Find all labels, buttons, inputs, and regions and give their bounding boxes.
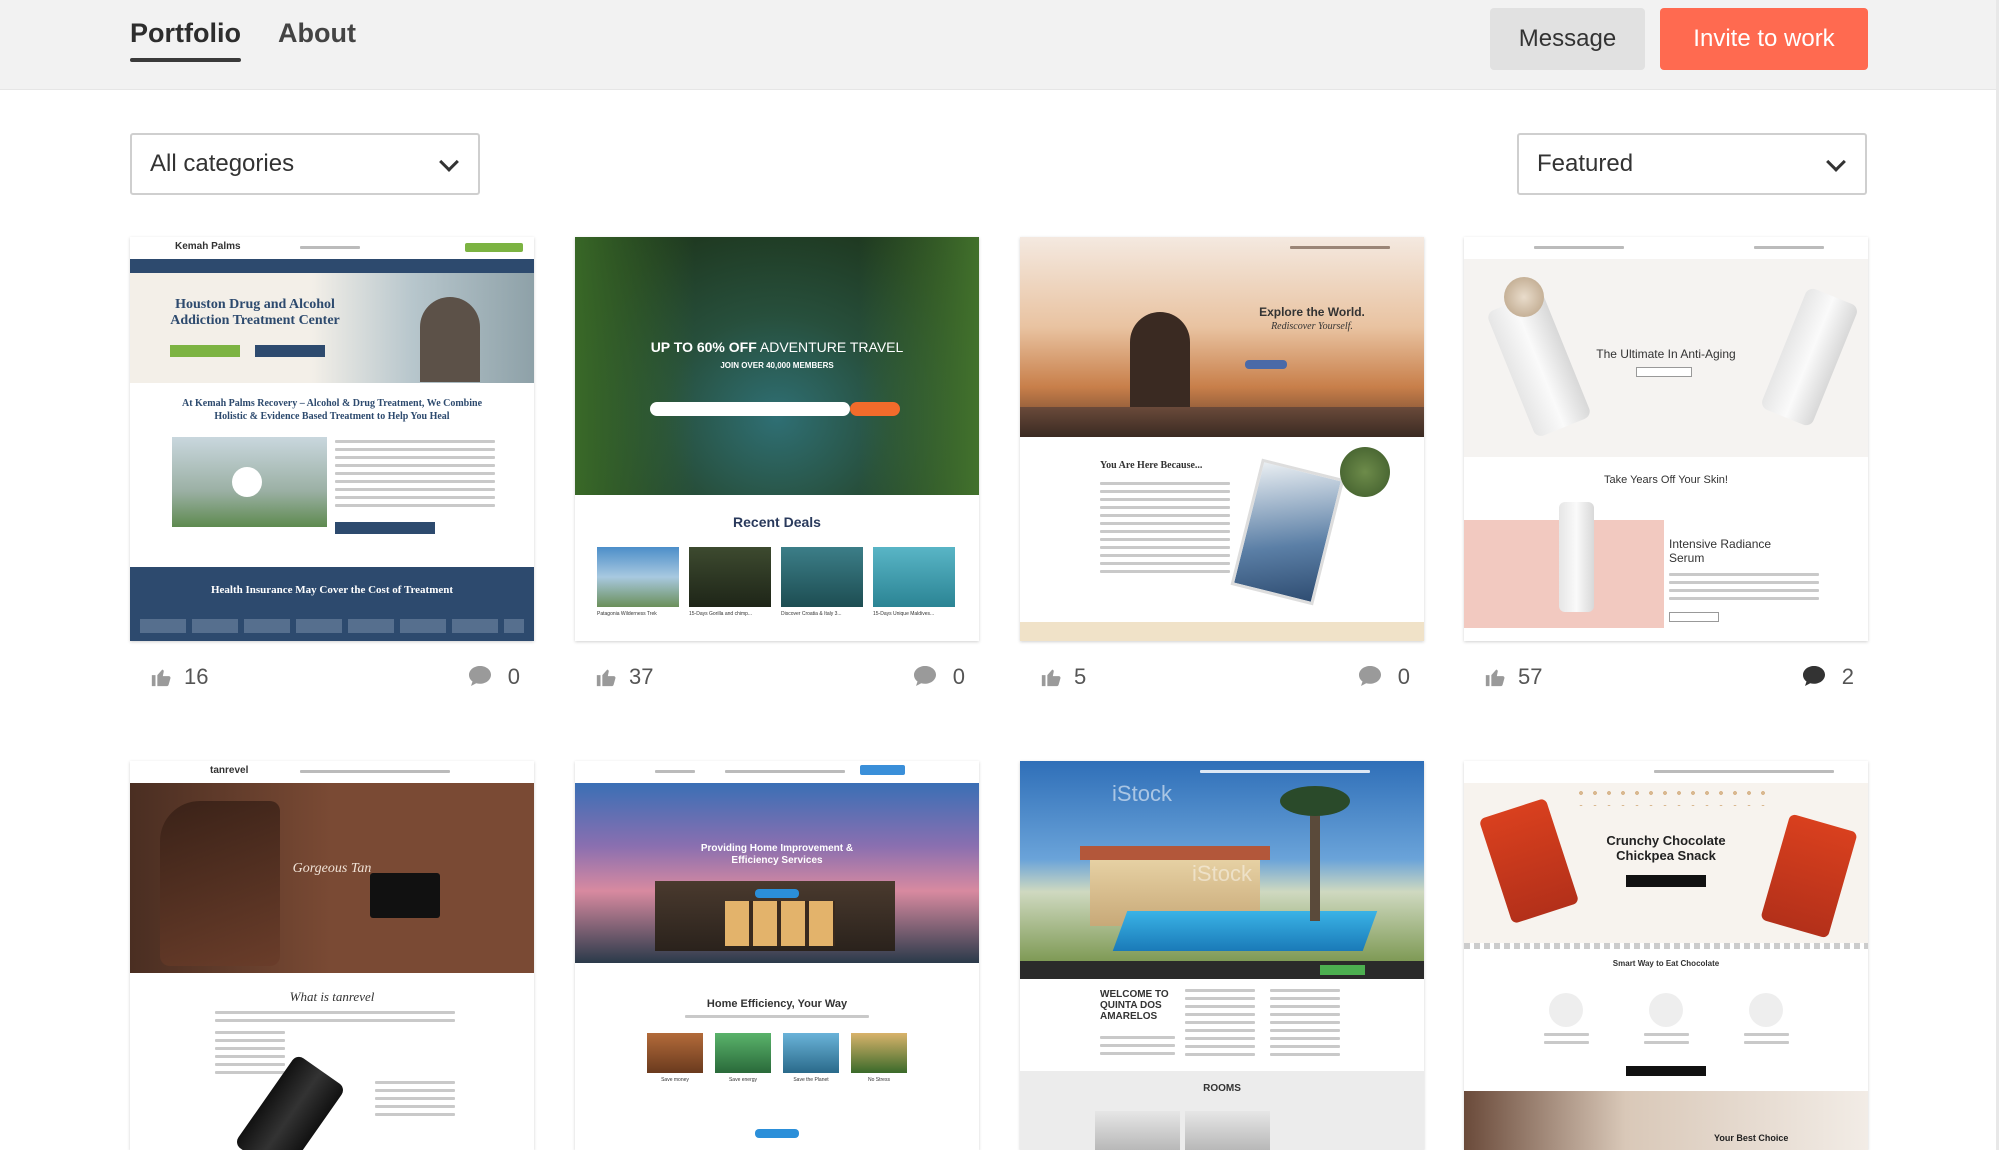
category-select-value: All categories	[150, 150, 295, 177]
item-label: No Stress	[868, 1077, 890, 1083]
thumbnail-logo: tanrevel	[210, 765, 249, 776]
thumbnail-headline: The Ultimate In Anti-Aging	[1596, 347, 1736, 361]
thumbnail-section: Your Best Choice	[1714, 1133, 1789, 1143]
like-count: 57	[1518, 664, 1543, 689]
headline-rest: ADVENTURE TRAVEL	[756, 339, 904, 355]
thumbnail-nav	[575, 761, 979, 783]
thumbnail-section: ROOMS	[1203, 1083, 1241, 1094]
item-label: Save money	[661, 1077, 689, 1083]
sort-select[interactable]: Featured	[1517, 133, 1867, 195]
thumbnail-nav	[1020, 237, 1424, 259]
thumbnail-subhead: At Kemah Palms Recovery – Alcohol & Drug…	[181, 398, 483, 422]
thumbnail-watermark: iStock	[1112, 781, 1172, 806]
portfolio-card[interactable]: Providing Home Improvement & Efficiency …	[575, 761, 979, 1150]
card-stats: 57 2	[1464, 662, 1868, 692]
deal-label: 15-Days Unique Maldives...	[873, 611, 935, 617]
thumbnail-section: Intensive Radiance Serum	[1669, 537, 1772, 565]
thumbnail-subhead: Rediscover Yourself.	[1271, 321, 1353, 332]
thumbnail-nav	[1464, 237, 1868, 259]
invite-to-work-button[interactable]: Invite to work	[1660, 8, 1868, 70]
chevron-down-icon	[1826, 152, 1846, 172]
thumbnail-watermark: iStock	[1192, 861, 1252, 886]
thumbnail-section: Recent Deals	[733, 514, 821, 530]
portfolio-card[interactable]: tanrevel Gorgeous Tan What is tanrevel	[130, 761, 534, 1150]
comment-count: 0	[507, 664, 520, 689]
card-stats: 16 0	[130, 662, 534, 692]
thumbnail-section: Home Efficiency, Your Way	[706, 998, 848, 1010]
thumbnail-headline: Explore the World.	[1259, 305, 1365, 319]
thumbnail-subhead: Take Years Off Your Skin!	[1604, 474, 1728, 486]
thumbnail-headline: WELCOME TO QUINTA DOS AMARELOS	[1100, 989, 1169, 1022]
tab-about[interactable]: About	[278, 18, 356, 49]
sort-select-value: Featured	[1537, 150, 1634, 177]
thumbnail-headline: Gorgeous Tan	[292, 861, 372, 876]
portfolio-card[interactable]: Kemah Palms Houston Drug and Alcohol Add…	[130, 237, 534, 641]
thumbnail-nav	[1020, 761, 1424, 783]
thumbnail-nav: Kemah Palms	[130, 237, 534, 259]
comment-count: 2	[1841, 664, 1854, 689]
thumbnail-nav: tanrevel	[130, 761, 534, 783]
thumbnail-nav	[1464, 761, 1868, 783]
thumbnail-footer: Health Insurance May Cover the Cost of T…	[210, 584, 454, 596]
thumbnail-logo: Kemah Palms	[175, 241, 241, 252]
portfolio-card[interactable]: UP TO 60% OFF ADVENTURE TRAVEL JOIN OVER…	[575, 237, 979, 641]
item-label: Save the Planet	[793, 1077, 829, 1083]
comment-count: 0	[1397, 664, 1410, 689]
thumbs-up-icon[interactable]	[1040, 666, 1062, 688]
card-stats: 5 0	[1020, 662, 1424, 692]
headline-strong: UP TO 60% OFF	[650, 339, 757, 355]
thumbnail-headline: Houston Drug and Alcohol Addiction Treat…	[170, 297, 340, 328]
thumbnail-subhead: Smart Way to Eat Chocolate	[1612, 959, 1720, 968]
like-count: 5	[1074, 664, 1087, 689]
portfolio-card[interactable]: Crunchy Chocolate Chickpea Snack Smart W…	[1464, 761, 1868, 1150]
like-count: 37	[629, 664, 654, 689]
deal-label: Discover Croatia & Italy 3...	[781, 611, 842, 617]
chevron-down-icon	[439, 152, 459, 172]
thumbnail-subhead: JOIN OVER 40,000 MEMBERS	[720, 361, 834, 370]
thumbnail-subhead: What is tanrevel	[289, 989, 375, 1004]
comment-icon[interactable]	[913, 665, 937, 687]
comment-icon[interactable]	[1802, 665, 1826, 687]
portfolio-card[interactable]: The Ultimate In Anti-Aging Take Years Of…	[1464, 237, 1868, 641]
thumbs-up-icon[interactable]	[1484, 666, 1506, 688]
message-button[interactable]: Message	[1490, 8, 1645, 70]
item-label: Save energy	[728, 1077, 758, 1083]
comment-icon[interactable]	[1358, 665, 1382, 687]
portfolio-card[interactable]: Explore the World. Rediscover Yourself. …	[1020, 237, 1424, 641]
thumbnail-headline: Providing Home Improvement & Efficiency …	[700, 843, 854, 866]
thumbnail-section: You Are Here Because...	[1100, 460, 1203, 471]
deal-label: 15-Days Gorilla and chimp...	[689, 611, 753, 617]
thumbnail-headline: Crunchy Chocolate Chickpea Snack	[1606, 833, 1726, 863]
thumbs-up-icon[interactable]	[150, 666, 172, 688]
category-select[interactable]: All categories	[130, 133, 480, 195]
comment-count: 0	[952, 664, 965, 689]
thumbnail-headline: UP TO 60% OFF ADVENTURE TRAVEL	[575, 339, 979, 355]
thumbs-up-icon[interactable]	[595, 666, 617, 688]
portfolio-card[interactable]: iStock iStock WELCOME TO QUINTA DOS AMAR…	[1020, 761, 1424, 1150]
tab-portfolio[interactable]: Portfolio	[130, 18, 241, 62]
card-stats: 37 0	[575, 662, 979, 692]
deal-label: Patagonia Wilderness Trek	[597, 611, 657, 617]
top-bar: Portfolio About Message Invite to work	[0, 0, 1999, 90]
like-count: 16	[184, 664, 209, 689]
comment-icon[interactable]	[468, 665, 492, 687]
